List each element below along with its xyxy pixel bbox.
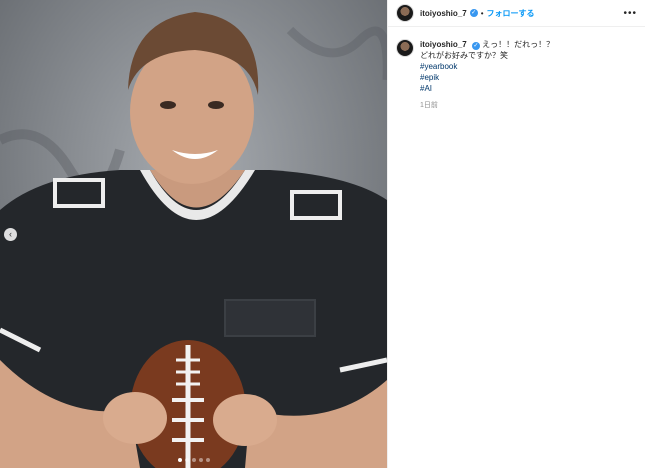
caption-body: itoiyoshio_7 ✓ えっ！！だれっ！？ どれがお好みですか？笑 #ye… [420, 39, 554, 111]
more-options-icon[interactable]: ••• [623, 8, 637, 19]
post-image: ‹ [0, 0, 387, 468]
carousel-dot [184, 458, 189, 462]
carousel-dot [177, 458, 182, 462]
carousel-dot [205, 458, 210, 462]
previous-slide-button[interactable]: ‹ [4, 228, 17, 241]
hashtag-epik[interactable]: #epik [420, 72, 554, 83]
hashtag-yearbook[interactable]: #yearbook [420, 61, 554, 72]
username-link[interactable]: itoiyoshio_7 [420, 9, 467, 18]
hashtag-ai[interactable]: #AI [420, 83, 554, 94]
photo-illustration [0, 0, 387, 468]
chevron-left-icon: ‹ [9, 229, 12, 239]
verified-icon: ✓ [469, 9, 478, 17]
caption: itoiyoshio_7 ✓ えっ！！だれっ！？ どれがお好みですか？笑 #ye… [388, 27, 645, 111]
caption-line-2: どれがお好みですか？笑 [420, 51, 508, 60]
separator: • [480, 8, 484, 18]
post-sidebar: itoiyoshio_7 ✓ • フォローする ••• itoiyoshio_7… [387, 0, 645, 468]
carousel-dot [191, 458, 196, 462]
avatar[interactable] [396, 4, 414, 22]
carousel-dot [198, 458, 203, 462]
caption-verified-icon: ✓ [471, 42, 480, 50]
caption-avatar[interactable] [396, 39, 414, 57]
post-header: itoiyoshio_7 ✓ • フォローする ••• [388, 0, 645, 27]
caption-username[interactable]: itoiyoshio_7 [420, 40, 467, 49]
follow-button[interactable]: フォローする [487, 8, 535, 19]
carousel-indicator [177, 458, 210, 462]
timestamp[interactable]: 1日前 [420, 100, 554, 111]
instagram-post: ‹ itoiyoshio_7 ✓ • フォローする ••• itoiyoshio… [0, 0, 645, 468]
caption-line-1: えっ！！だれっ！？ [482, 40, 555, 49]
